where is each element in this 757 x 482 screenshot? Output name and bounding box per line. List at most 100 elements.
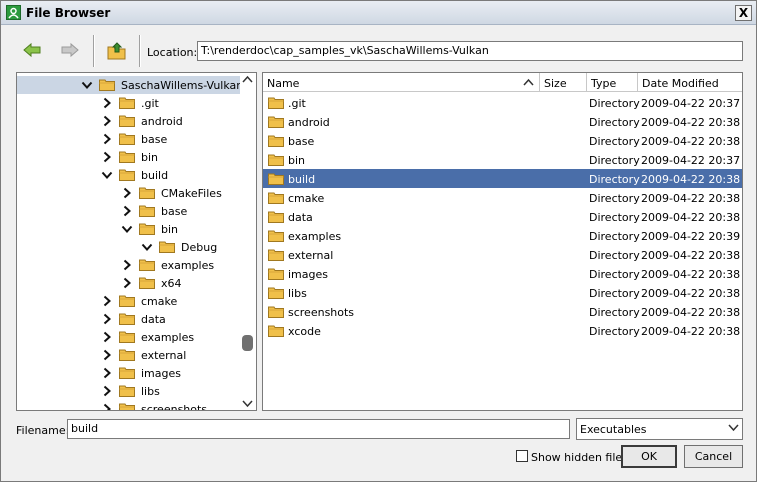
column-modified-label: Date Modified (642, 77, 719, 90)
tree-item[interactable]: x64 (17, 274, 240, 292)
table-row[interactable]: libs Directory 2009-04-22 20:38 (263, 283, 742, 302)
scroll-thumb[interactable] (242, 335, 253, 351)
tree-item[interactable]: SaschaWillems-Vulkan (17, 76, 244, 94)
tree-item[interactable]: CMakeFiles (17, 184, 240, 202)
tree-item[interactable]: bin (17, 148, 240, 166)
column-header-modified[interactable]: Date Modified (638, 73, 742, 92)
chevron-right-icon[interactable] (101, 295, 113, 307)
folder-open-icon (159, 240, 175, 253)
chevron-right-icon[interactable] (101, 313, 113, 325)
tree-item[interactable]: build (17, 166, 240, 184)
forward-button[interactable] (55, 37, 85, 65)
table-row[interactable]: images Directory 2009-04-22 20:38 (263, 264, 742, 283)
chevron-right-icon[interactable] (101, 403, 113, 410)
chevron-right-icon[interactable] (121, 205, 133, 217)
table-row[interactable]: data Directory 2009-04-22 20:38 (263, 207, 742, 226)
show-hidden-checkbox[interactable] (516, 450, 528, 462)
tree-item-label: bin (141, 151, 159, 164)
table-row[interactable]: base Directory 2009-04-22 20:38 (263, 131, 742, 150)
sort-up-icon (523, 78, 534, 86)
table-row[interactable]: external Directory 2009-04-22 20:38 (263, 245, 742, 264)
ok-button[interactable]: OK (621, 445, 677, 468)
tree-item-label: images (141, 367, 181, 380)
file-list[interactable]: Name Size Type Date Modified .git Directo… (262, 72, 743, 411)
chevron-right-icon[interactable] (101, 349, 113, 361)
file-browser-dialog: File Browser X Location: T:\renderdoc\ca… (0, 0, 757, 482)
column-header-type[interactable]: Type (587, 73, 638, 92)
tree-item[interactable]: .git (17, 94, 240, 112)
table-row[interactable]: build Directory 2009-04-22 20:38 (263, 169, 742, 188)
table-row[interactable]: examples Directory 2009-04-22 20:39 (263, 226, 742, 245)
tree-item-label: examples (141, 331, 195, 344)
folder-tree[interactable]: SaschaWillems-Vulkan .git android base bin bu… (16, 72, 257, 411)
close-button[interactable]: X (735, 5, 752, 21)
file-type-filter[interactable]: Executables (576, 418, 743, 440)
folder-icon (268, 305, 284, 318)
tree-item[interactable]: android (17, 112, 240, 130)
tree-item[interactable]: libs (17, 382, 240, 400)
tree-item[interactable]: cmake (17, 292, 240, 310)
table-row[interactable]: android Directory 2009-04-22 20:38 (263, 112, 742, 131)
folder-icon (119, 150, 135, 163)
tree-item[interactable]: base (17, 202, 240, 220)
table-row[interactable]: screenshots Directory 2009-04-22 20:38 (263, 302, 742, 321)
tree-item[interactable]: screenshots (17, 400, 240, 410)
chevron-right-icon[interactable] (101, 151, 113, 163)
cancel-button[interactable]: Cancel (684, 445, 743, 468)
cell-name: images (288, 268, 328, 281)
chevron-down-icon[interactable] (81, 79, 93, 91)
scroll-down-icon[interactable] (242, 400, 253, 408)
tree-item[interactable]: examples (17, 256, 240, 274)
table-row[interactable]: xcode Directory 2009-04-22 20:38 (263, 321, 742, 340)
cell-modified: 2009-04-22 20:38 (641, 287, 741, 300)
cell-type: Directory (589, 116, 640, 129)
filename-input[interactable]: build (67, 419, 570, 439)
tree-item-label: SaschaWillems-Vulkan (121, 79, 244, 92)
tree-item[interactable]: images (17, 364, 240, 382)
column-header-name[interactable]: Name (263, 73, 540, 92)
tree-scrollbar[interactable] (240, 73, 256, 410)
tree-item[interactable]: data (17, 310, 240, 328)
chevron-down-icon[interactable] (141, 241, 153, 253)
chevron-right-icon[interactable] (101, 367, 113, 379)
chevron-right-icon[interactable] (101, 331, 113, 343)
tree-item[interactable]: Debug (17, 238, 240, 256)
scroll-up-icon[interactable] (242, 75, 253, 83)
cell-modified: 2009-04-22 20:37 (641, 97, 741, 110)
table-row[interactable]: .git Directory 2009-04-22 20:37 (263, 93, 742, 112)
folder-icon (119, 348, 135, 361)
folder-icon (119, 366, 135, 379)
back-button[interactable] (17, 37, 47, 65)
up-folder-button[interactable] (102, 37, 132, 65)
chevron-right-icon[interactable] (101, 133, 113, 145)
chevron-right-icon[interactable] (121, 187, 133, 199)
chevron-down-icon[interactable] (101, 169, 113, 181)
chevron-right-icon[interactable] (121, 259, 133, 271)
tree-item[interactable]: external (17, 346, 240, 364)
location-input[interactable]: T:\renderdoc\cap_samples_vk\SaschaWillem… (197, 41, 743, 61)
show-hidden-label[interactable]: Show hidden files (531, 451, 628, 464)
tree-item-label: x64 (161, 277, 182, 290)
chevron-right-icon[interactable] (101, 115, 113, 127)
tree-item[interactable]: base (17, 130, 240, 148)
chevron-right-icon[interactable] (101, 97, 113, 109)
chevron-down-icon[interactable] (121, 223, 133, 235)
folder-icon (119, 402, 135, 410)
window-title: File Browser (26, 6, 111, 20)
folder-icon (268, 267, 284, 280)
tree-item[interactable]: bin (17, 220, 240, 238)
cell-type: Directory (589, 173, 640, 186)
table-row[interactable]: cmake Directory 2009-04-22 20:38 (263, 188, 742, 207)
cell-type: Directory (589, 287, 640, 300)
table-row[interactable]: bin Directory 2009-04-22 20:37 (263, 150, 742, 169)
cell-modified: 2009-04-22 20:38 (641, 116, 741, 129)
folder-icon (268, 153, 284, 166)
cell-type: Directory (589, 249, 640, 262)
column-header-size[interactable]: Size (540, 73, 587, 92)
tree-item-label: .git (141, 97, 159, 110)
tree-item[interactable]: examples (17, 328, 240, 346)
chevron-right-icon[interactable] (121, 277, 133, 289)
chevron-right-icon[interactable] (101, 385, 113, 397)
folder-icon (268, 248, 284, 261)
cell-name: screenshots (288, 306, 355, 319)
